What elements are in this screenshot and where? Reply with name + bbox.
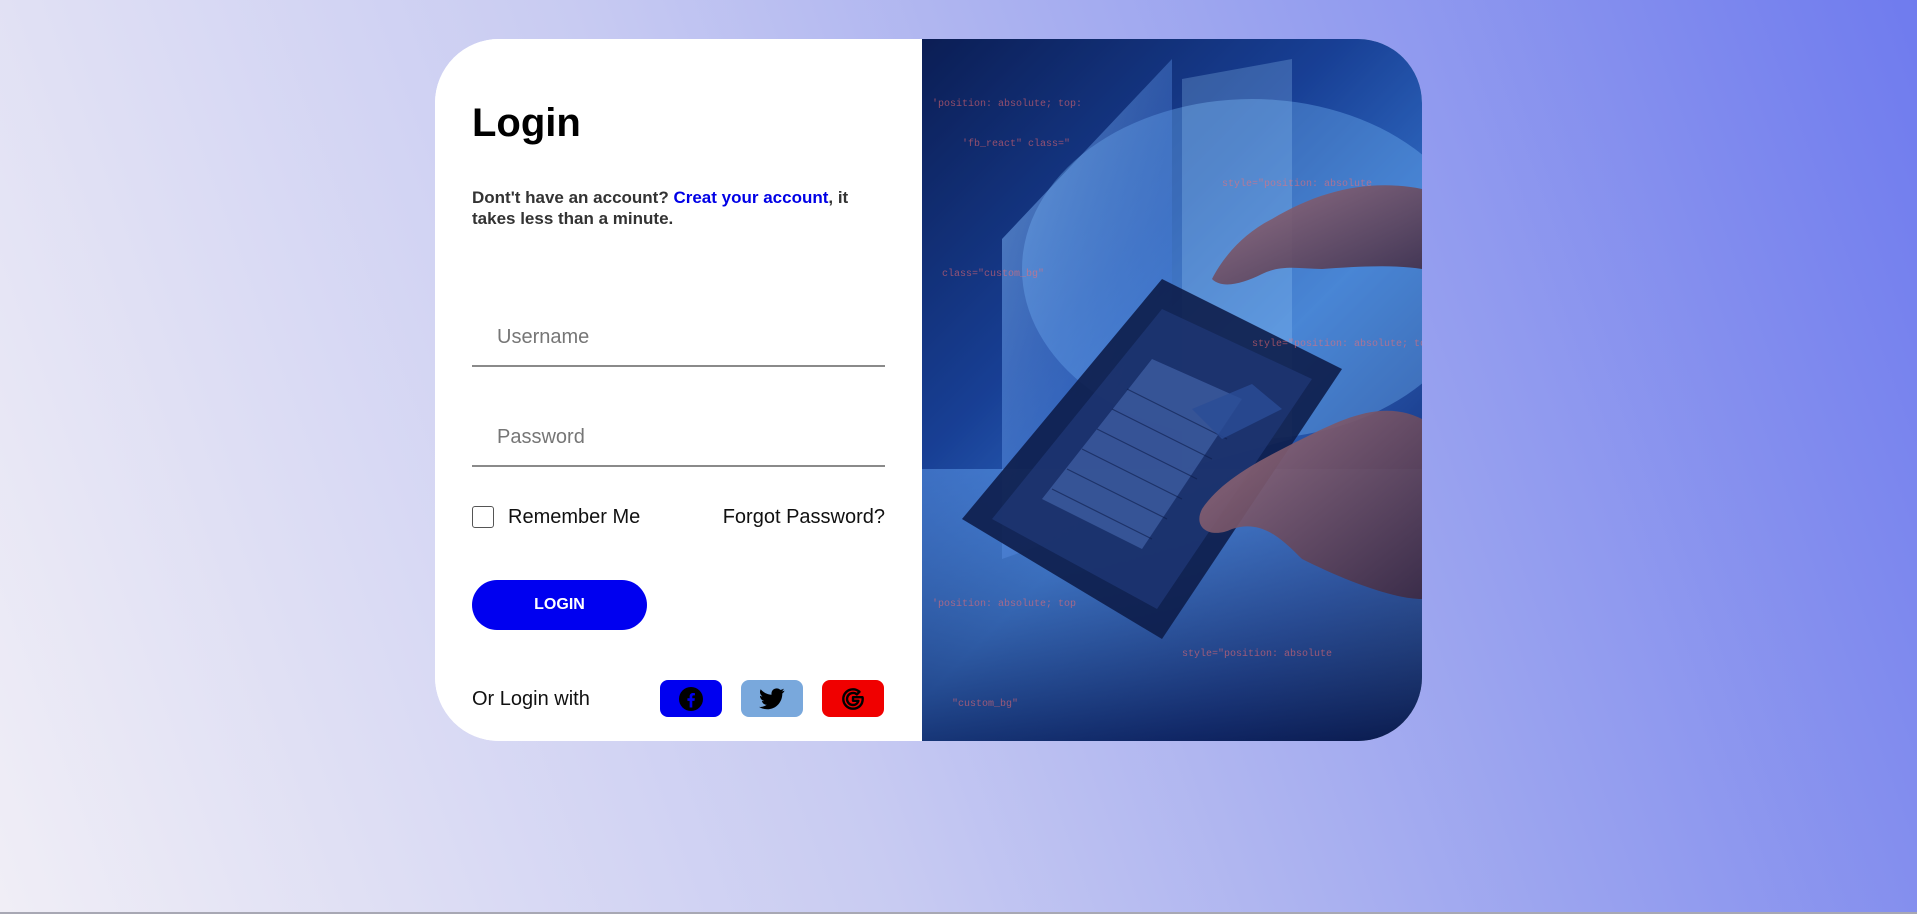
- code-overlay: 'position: absolute; top:: [932, 99, 1083, 110]
- code-overlay: style="position: absolute: [1222, 179, 1373, 190]
- login-form-panel: Login Dont't have an account? Creat your…: [435, 39, 922, 741]
- code-overlay: 'position: absolute; top: [932, 599, 1077, 610]
- facebook-login-button[interactable]: [660, 680, 722, 717]
- signup-prompt-prefix: Dont't have an account?: [472, 188, 674, 207]
- forgot-password-link[interactable]: Forgot Password?: [723, 506, 885, 529]
- code-overlay: class="custom_bg": [942, 269, 1045, 280]
- create-account-link[interactable]: Creat your account: [673, 188, 828, 207]
- remember-me-group[interactable]: Remember Me: [472, 506, 640, 529]
- laptop-coding-photo: 'position: absolute; top: 'fb_react" cla…: [922, 39, 1422, 741]
- google-login-button[interactable]: [822, 680, 884, 717]
- social-login-label: Or Login with: [472, 688, 590, 710]
- login-options-row: Remember Me Forgot Password?: [472, 504, 885, 530]
- code-overlay: style="position: absolute: [1182, 649, 1333, 660]
- login-card: Login Dont't have an account? Creat your…: [435, 39, 1422, 741]
- page-title: Login: [472, 101, 581, 145]
- username-input[interactable]: [472, 309, 885, 367]
- twitter-login-button[interactable]: [741, 680, 803, 717]
- facebook-icon: [679, 686, 703, 711]
- remember-me-checkbox[interactable]: [472, 506, 494, 528]
- remember-me-label[interactable]: Remember Me: [508, 506, 640, 529]
- google-icon: [842, 687, 864, 710]
- code-overlay: 'fb_react" class=": [962, 139, 1071, 150]
- code-overlay: "custom_bg": [952, 699, 1019, 710]
- signup-prompt: Dont't have an account? Creat your accou…: [472, 187, 892, 229]
- login-button[interactable]: LOGIN: [472, 580, 647, 630]
- twitter-icon: [759, 687, 785, 709]
- code-overlay: style="position: absolute; top: [1252, 339, 1422, 350]
- password-input[interactable]: [472, 409, 885, 467]
